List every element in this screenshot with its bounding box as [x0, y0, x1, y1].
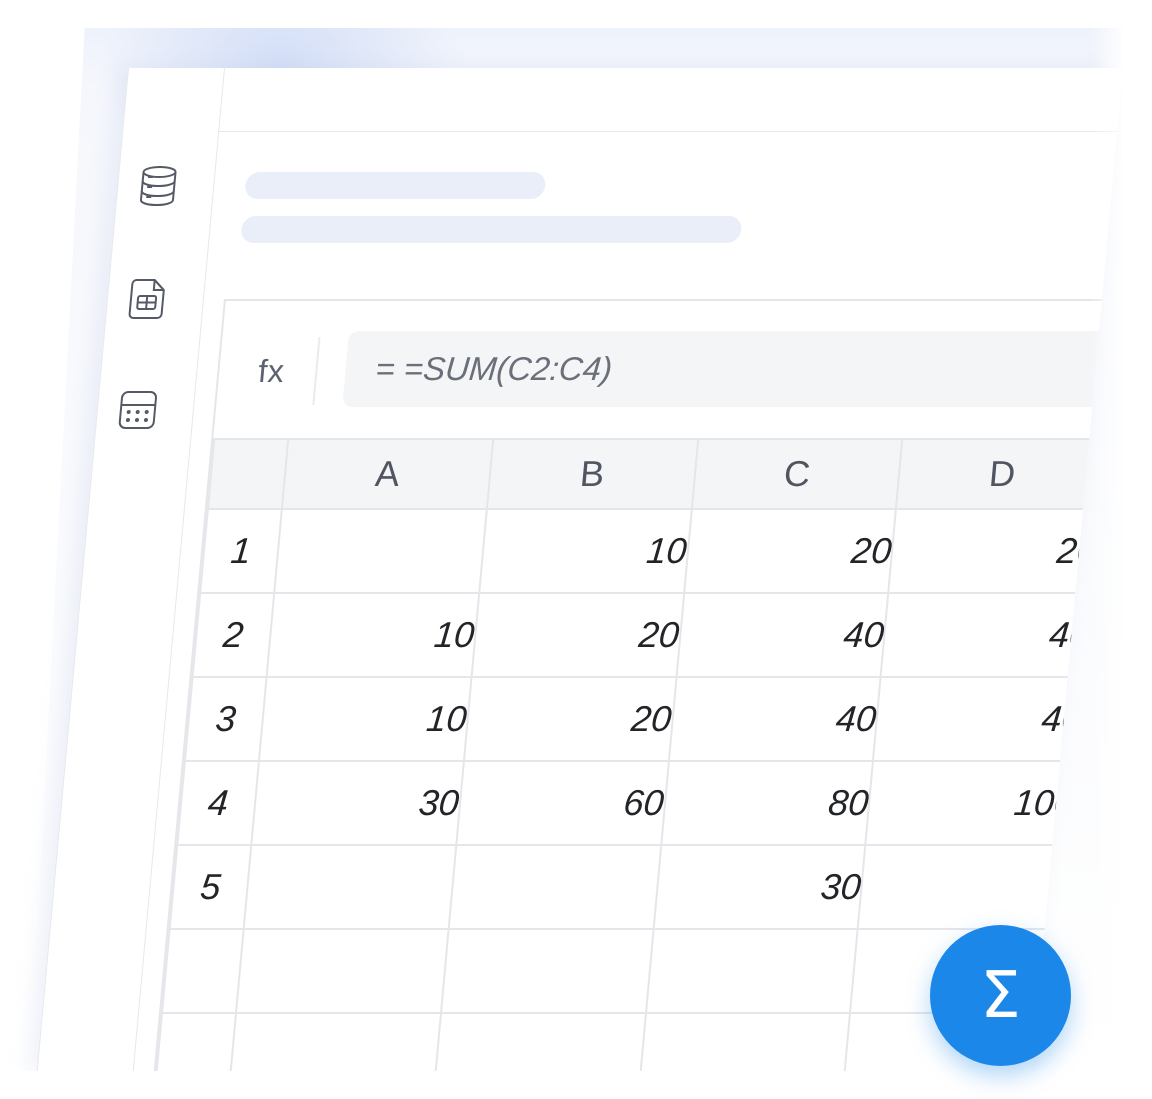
cell-d4[interactable]: 100 — [865, 761, 1079, 845]
cell-c2[interactable]: 40 — [676, 593, 889, 677]
cell-b2[interactable]: 20 — [471, 593, 684, 677]
calculator-icon — [118, 391, 157, 429]
cell-a3[interactable]: 10 — [258, 677, 472, 761]
cell-d2[interactable]: 40 — [880, 593, 1095, 677]
cell-c3[interactable]: 40 — [668, 677, 881, 761]
cell-b4[interactable]: 60 — [456, 761, 669, 845]
table-row: 4 30 60 80 100 — [177, 761, 1079, 845]
database-icon — [139, 166, 177, 207]
cell-c1[interactable]: 20 — [683, 509, 897, 593]
cell-c5[interactable]: 30 — [653, 845, 866, 929]
sum-button[interactable]: Σ — [930, 925, 1071, 1066]
cell-b5[interactable] — [448, 845, 661, 929]
formula-bar: fx = =SUM(C2:C4) — [213, 301, 1121, 438]
cell-a6[interactable] — [236, 929, 449, 1013]
cell-d1[interactable]: 20 — [888, 509, 1102, 593]
fx-label: fx — [256, 353, 286, 389]
table-row: 5 30 — [169, 845, 1072, 929]
column-header-b[interactable]: B — [486, 439, 698, 509]
cell-b6[interactable] — [440, 929, 654, 1013]
cell-a2[interactable]: 10 — [266, 593, 480, 677]
table-row: 3 10 20 40 40 — [184, 677, 1087, 761]
table-row: 1 10 20 20 — [200, 509, 1102, 593]
cell-a5[interactable] — [243, 845, 457, 929]
row-header-5[interactable]: 5 — [169, 845, 252, 929]
corner-cell[interactable] — [207, 439, 289, 509]
sum-icon: Σ — [980, 958, 1021, 1033]
spreadsheet-window: fx = =SUM(C2:C4) A B C D 1 10 20 20 2 10… — [36, 68, 1123, 1071]
cell-a1[interactable] — [274, 509, 487, 593]
cell-d5[interactable] — [858, 845, 1072, 929]
table-row: 2 10 20 40 40 — [192, 593, 1095, 677]
cell-a4[interactable]: 30 — [251, 761, 464, 845]
formula-bar-divider — [312, 337, 321, 405]
table-row — [154, 1013, 1056, 1071]
row-header-4[interactable]: 4 — [177, 761, 259, 845]
cell-b3[interactable]: 20 — [463, 677, 677, 761]
sidebar-item-spreadsheet-file[interactable] — [126, 276, 170, 320]
row-header-6[interactable] — [161, 929, 244, 1013]
column-header-c[interactable]: C — [691, 439, 903, 509]
cell-b1[interactable]: 10 — [479, 509, 692, 593]
row-header-7[interactable] — [154, 1013, 237, 1071]
cell-d3[interactable]: 40 — [873, 677, 1087, 761]
sidebar-item-calculator[interactable] — [116, 388, 160, 432]
subtitle-placeholder — [240, 216, 743, 243]
cell-c4[interactable]: 80 — [660, 761, 874, 845]
cell-b7[interactable] — [433, 1013, 646, 1071]
sidebar-item-database[interactable] — [136, 164, 180, 208]
row-header-2[interactable]: 2 — [192, 593, 275, 677]
bottom-fade — [0, 1071, 1152, 1099]
formula-input[interactable]: = =SUM(C2:C4) — [342, 331, 1120, 407]
cell-a7[interactable] — [228, 1013, 441, 1071]
top-bar — [218, 68, 1123, 132]
row-header-1[interactable]: 1 — [200, 509, 282, 593]
column-header-a[interactable]: A — [281, 439, 494, 509]
cell-c6[interactable] — [645, 929, 859, 1013]
column-header-row: A B C D — [207, 439, 1109, 509]
app-stage: fx = =SUM(C2:C4) A B C D 1 10 20 20 2 10… — [0, 0, 1152, 1099]
table-row — [161, 929, 1064, 1013]
row-header-3[interactable]: 3 — [184, 677, 267, 761]
spreadsheet-file-icon — [128, 279, 165, 319]
cell-c7[interactable] — [637, 1013, 851, 1071]
column-header-d[interactable]: D — [896, 439, 1109, 509]
title-placeholder — [244, 172, 547, 199]
